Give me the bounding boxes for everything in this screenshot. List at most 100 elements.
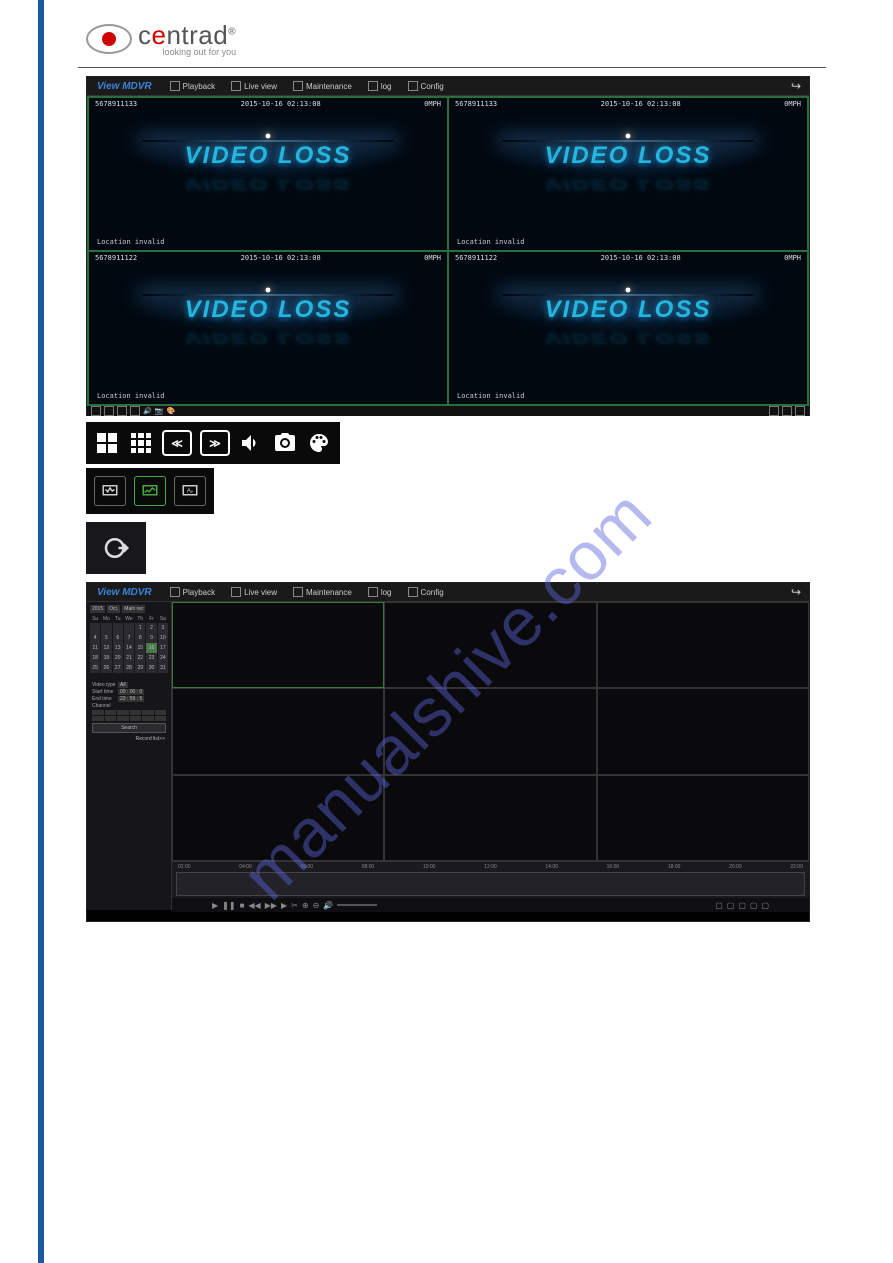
video-type-select[interactable]: All <box>118 682 128 688</box>
month-select[interactable]: Oct. <box>107 605 120 613</box>
chart-mode-button[interactable] <box>134 476 166 506</box>
stop-button[interactable]: ■ <box>240 901 245 910</box>
calendar-day[interactable]: 5 <box>101 633 111 643</box>
tab-liveview[interactable]: Live view <box>223 77 285 95</box>
calendar-day[interactable]: 28 <box>124 663 134 673</box>
timeline[interactable]: 02:0004:0006:0008:0010:0012:0014:0016:00… <box>172 861 809 910</box>
calendar-day[interactable]: 4 <box>90 633 100 643</box>
fullscreen-button[interactable]: ▢ <box>761 901 769 910</box>
playback-cell[interactable] <box>597 775 809 861</box>
rewind-button[interactable]: ◀◀ <box>248 901 260 910</box>
cut-button[interactable]: ✂ <box>291 901 298 910</box>
calendar-day[interactable]: 20 <box>113 653 123 663</box>
mini-prev-icon[interactable] <box>117 406 127 416</box>
audio-button[interactable] <box>238 430 264 456</box>
playback-cell[interactable] <box>384 602 596 688</box>
fastforward-button[interactable]: ▶▶ <box>265 901 277 910</box>
grid9-button[interactable] <box>128 430 154 456</box>
calendar-day[interactable]: 13 <box>113 643 123 653</box>
mini-right3-icon[interactable] <box>795 406 805 416</box>
calendar-day[interactable]: 1 <box>135 623 145 633</box>
mini-right1-icon[interactable] <box>769 406 779 416</box>
next-page-button[interactable]: ≫ <box>200 430 230 456</box>
start-time-input[interactable]: 00 : 00 : 0 <box>118 689 144 695</box>
mini-speaker-icon[interactable]: 🔊 <box>143 407 152 415</box>
source-select[interactable]: Main rec <box>122 605 145 613</box>
calendar-day[interactable]: 7 <box>124 633 134 643</box>
layout1-button[interactable]: ▢ <box>715 901 723 910</box>
pause-button[interactable]: ❚❚ <box>222 901 235 910</box>
tab-maintenance-2[interactable]: Maintenance <box>285 583 360 601</box>
zoom-out-button[interactable]: ⊖ <box>313 901 320 910</box>
display-mode-button[interactable] <box>94 476 126 506</box>
video-cell[interactable]: 56789111332015-10-16 02:13:080MPHVIDEO L… <box>88 97 448 251</box>
calendar-day[interactable]: 21 <box>124 653 134 663</box>
end-time-input[interactable]: 23 : 59 : 5 <box>118 696 144 702</box>
mini-grid4-icon[interactable] <box>91 406 101 416</box>
playback-cell[interactable] <box>597 688 809 774</box>
search-button[interactable]: Search <box>92 723 166 733</box>
calendar-day[interactable]: 15 <box>135 643 145 653</box>
calendar-day[interactable]: 18 <box>90 653 100 663</box>
calendar-day[interactable]: 24 <box>158 653 168 663</box>
grid4-button[interactable] <box>94 430 120 456</box>
calendar-day[interactable]: 6 <box>113 633 123 643</box>
calendar-day[interactable]: 25 <box>90 663 100 673</box>
calendar-day[interactable]: 17 <box>158 643 168 653</box>
calendar-day[interactable]: 10 <box>158 633 168 643</box>
playback-cell[interactable] <box>597 602 809 688</box>
tab-liveview-2[interactable]: Live view <box>223 583 285 601</box>
mini-palette-icon[interactable]: 🎨 <box>166 407 175 415</box>
tab-maintenance[interactable]: Maintenance <box>285 77 360 95</box>
calendar-day[interactable]: 23 <box>146 653 156 663</box>
calendar-day[interactable]: 27 <box>113 663 123 673</box>
calendar-day[interactable]: 16 <box>146 643 156 653</box>
calendar-day[interactable]: 3 <box>158 623 168 633</box>
calendar-day[interactable]: 2 <box>146 623 156 633</box>
calendar-day[interactable]: 29 <box>135 663 145 673</box>
color-button[interactable] <box>306 430 332 456</box>
step-button[interactable]: ▶ <box>281 901 287 910</box>
volume-slider[interactable] <box>337 904 377 906</box>
logout-button-2[interactable]: ↪ <box>783 585 809 599</box>
playback-cell[interactable] <box>172 775 384 861</box>
video-cell[interactable]: 56789111222015-10-16 02:13:080MPHVIDEO L… <box>88 251 448 405</box>
calendar-day[interactable]: 8 <box>135 633 145 643</box>
playback-cell[interactable] <box>384 775 596 861</box>
mini-right2-icon[interactable] <box>782 406 792 416</box>
snapshot-button[interactable] <box>272 430 298 456</box>
video-cell[interactable]: 56789111222015-10-16 02:13:080MPHVIDEO L… <box>448 251 808 405</box>
calendar-day[interactable]: 22 <box>135 653 145 663</box>
mini-next-icon[interactable] <box>130 406 140 416</box>
calendar-day[interactable]: 12 <box>101 643 111 653</box>
calendar-day[interactable]: 26 <box>101 663 111 673</box>
zoom-in-button[interactable]: ⊕ <box>302 901 309 910</box>
record-list-button[interactable]: Record list>> <box>92 735 166 743</box>
timeline-track[interactable] <box>176 872 805 896</box>
playback-cell[interactable] <box>172 602 384 688</box>
video-cell[interactable]: 56789111332015-10-16 02:13:080MPHVIDEO L… <box>448 97 808 251</box>
layout3-button[interactable]: ▢ <box>738 901 746 910</box>
play-button[interactable]: ▶ <box>212 901 218 910</box>
mini-grid9-icon[interactable] <box>104 406 114 416</box>
layout2-button[interactable]: ▢ <box>727 901 735 910</box>
calendar-day[interactable]: 31 <box>158 663 168 673</box>
playback-cell[interactable] <box>172 688 384 774</box>
tab-log[interactable]: log <box>360 77 400 95</box>
settings-mode-button[interactable]: Aₑ <box>174 476 206 506</box>
calendar-day[interactable]: 30 <box>146 663 156 673</box>
channel-grid[interactable] <box>92 710 166 721</box>
logout-button[interactable]: ↪ <box>783 79 809 93</box>
calendar-day[interactable]: 19 <box>101 653 111 663</box>
tab-config[interactable]: Config <box>400 77 452 95</box>
tab-config-2[interactable]: Config <box>400 583 452 601</box>
year-select[interactable]: 2015 <box>90 605 105 613</box>
calendar-day[interactable]: 9 <box>146 633 156 643</box>
mini-camera-icon[interactable]: 📷 <box>155 407 164 415</box>
calendar-day[interactable]: 11 <box>90 643 100 653</box>
layout4-button[interactable]: ▢ <box>750 901 758 910</box>
tab-log-2[interactable]: log <box>360 583 400 601</box>
playback-cell[interactable] <box>384 688 596 774</box>
zoom-logout-button[interactable] <box>86 522 146 574</box>
tab-playback-2[interactable]: Playback <box>162 583 223 601</box>
